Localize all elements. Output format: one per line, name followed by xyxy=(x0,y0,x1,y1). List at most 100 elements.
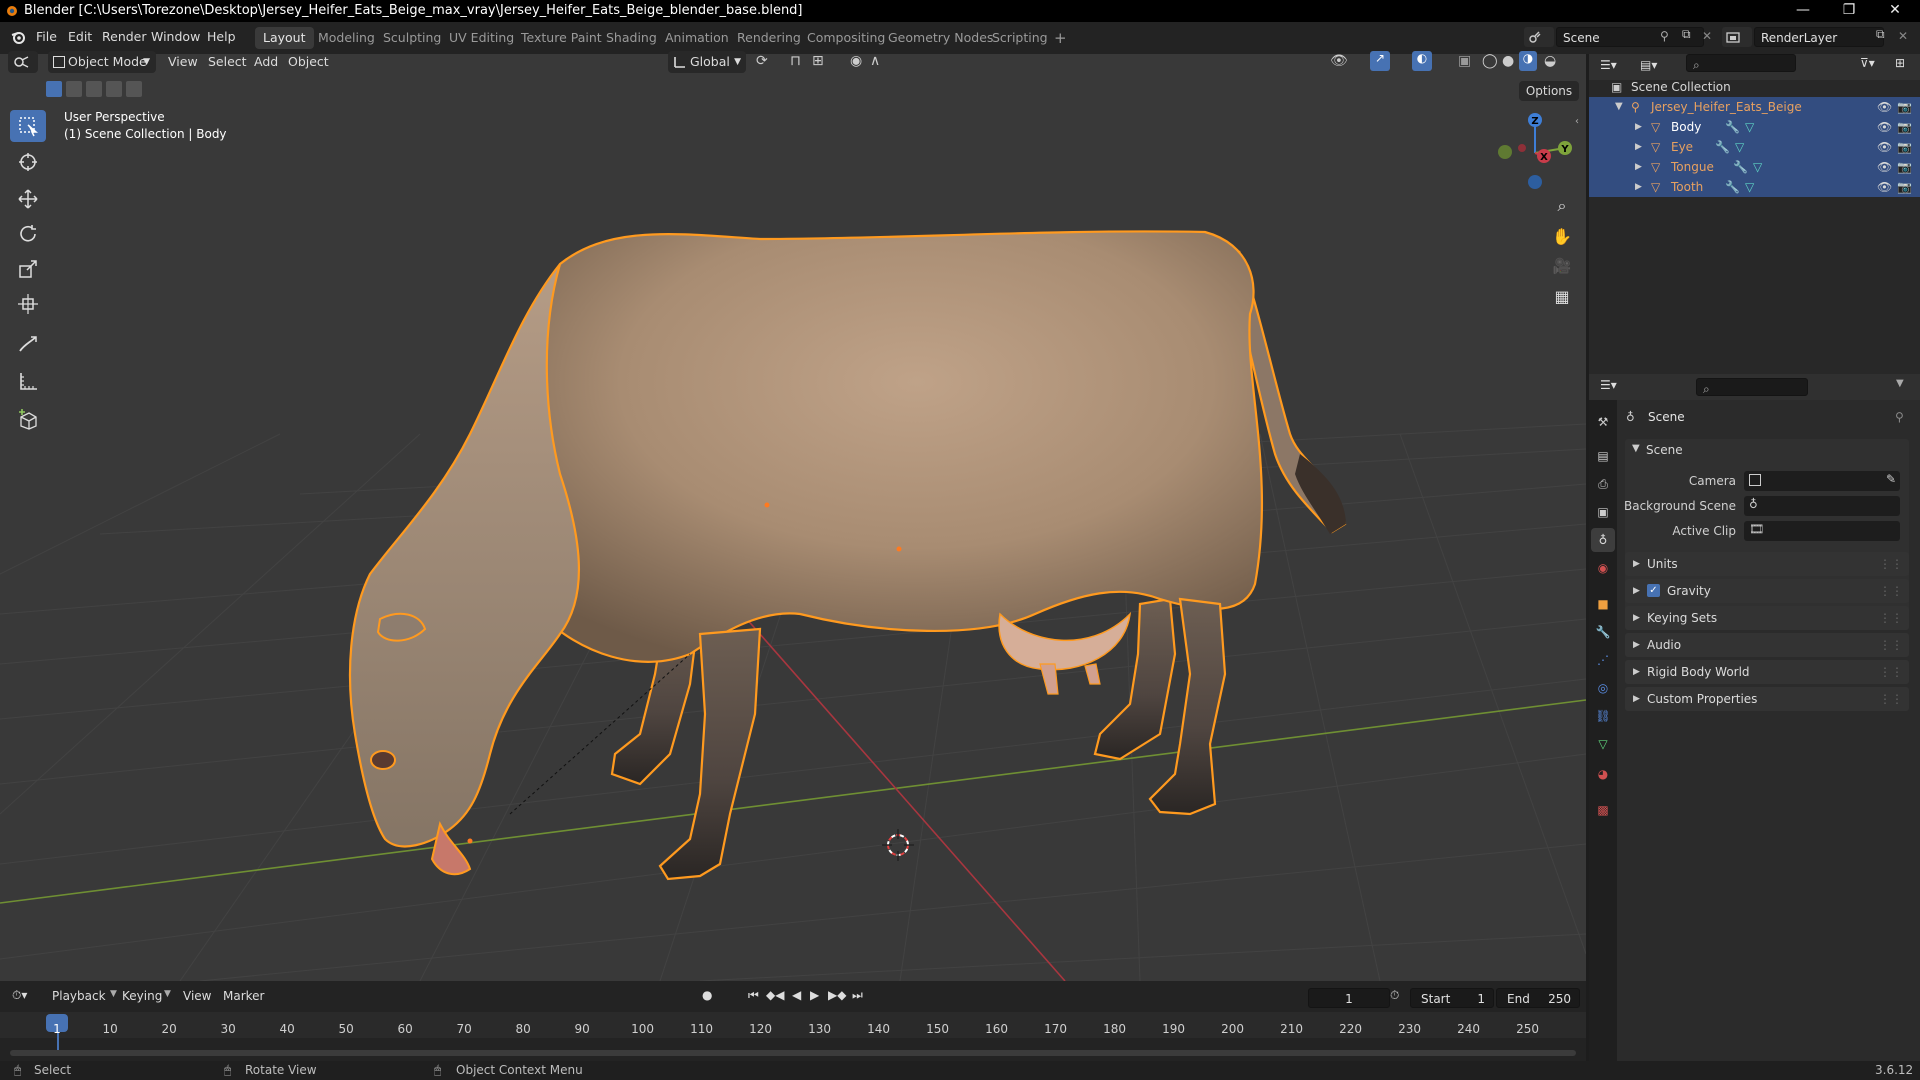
add-cube-tool[interactable] xyxy=(10,404,46,436)
outliner-row-object[interactable]: ▶ ▽ Tooth 🔧 ▽ 👁 📷 xyxy=(1589,177,1920,197)
scene-tab[interactable]: ♁ xyxy=(1591,528,1615,552)
render-camera-icon[interactable]: 📷 xyxy=(1897,137,1912,157)
timeline-menu-playback[interactable]: Playback xyxy=(52,989,106,1003)
tab-texture-paint[interactable]: Texture Paint xyxy=(513,27,610,49)
scene-panel-title[interactable]: Scene xyxy=(1646,443,1683,457)
timeline-menu-view[interactable]: View xyxy=(183,989,211,1003)
display-mode-icon[interactable]: ▤▾ xyxy=(1640,58,1657,72)
properties-editor-type-icon[interactable]: ☰▾ xyxy=(1600,378,1617,392)
keying-sets-panel[interactable]: ▶ Keying Sets ⋮⋮ xyxy=(1625,606,1909,630)
jump-end-icon[interactable]: ⏭ xyxy=(852,988,863,1003)
visibility-eye-icon[interactable]: 👁 xyxy=(1877,157,1892,177)
viewport-menu-add[interactable]: Add xyxy=(254,51,278,73)
timeline-menu-marker[interactable]: Marker xyxy=(223,989,264,1003)
3d-viewport[interactable] xyxy=(0,54,1586,981)
tab-uv-editing[interactable]: UV Editing xyxy=(441,27,522,49)
options-button[interactable]: Options xyxy=(1519,81,1579,101)
visibility-eye-icon[interactable]: 👁 xyxy=(1877,177,1892,197)
menu-help[interactable]: Help xyxy=(207,29,236,44)
rigid-body-world-panel[interactable]: ▶ Rigid Body World ⋮⋮ xyxy=(1625,660,1909,684)
auto-keying-record-icon[interactable]: ● xyxy=(702,988,712,1002)
delete-renderlayer-icon[interactable]: ✕ xyxy=(1898,29,1908,43)
outliner-search-input[interactable]: ⌕ xyxy=(1686,54,1796,72)
panel-expand-down-icon[interactable]: ▼ xyxy=(1632,443,1640,454)
select-invert-icon[interactable] xyxy=(106,81,122,97)
constraints-tab[interactable]: ⛓ xyxy=(1591,704,1615,728)
move-tool[interactable] xyxy=(10,183,46,215)
scene-browse-button[interactable] xyxy=(1524,27,1554,47)
next-keyframe-icon[interactable]: ▶◆ xyxy=(828,988,846,1002)
ortho-toggle-button[interactable]: ▦ xyxy=(1548,282,1576,310)
timeline-scrollbar[interactable] xyxy=(10,1050,1576,1056)
pivot-point-icon[interactable]: ⟳ xyxy=(756,53,768,69)
play-icon[interactable]: ▶ xyxy=(810,988,819,1002)
stopwatch-icon[interactable]: ⏱ xyxy=(1390,988,1399,1003)
scale-tool[interactable] xyxy=(10,253,46,285)
drag-handle-icon[interactable]: ⋮⋮ xyxy=(1879,579,1903,603)
material-tab[interactable]: ◕ xyxy=(1591,762,1615,786)
end-frame-field[interactable]: End 250 xyxy=(1496,988,1580,1008)
timeline-menu-keying[interactable]: Keying xyxy=(122,989,162,1003)
custom-properties-panel[interactable]: ▶ Custom Properties ⋮⋮ xyxy=(1625,687,1909,711)
select-extend-icon[interactable] xyxy=(66,81,82,97)
select-new-icon[interactable] xyxy=(46,81,62,97)
background-scene-field[interactable]: ♁ xyxy=(1744,496,1900,516)
tab-shading[interactable]: Shading xyxy=(598,27,665,49)
solid-shading-icon[interactable]: ● xyxy=(1502,53,1514,69)
data-tab[interactable]: ▽ xyxy=(1591,732,1615,756)
proportional-edit-icon[interactable]: ◉ xyxy=(850,53,862,69)
visibility-eye-icon[interactable]: 👁 xyxy=(1877,117,1892,137)
modifier-tab[interactable]: 🔧 xyxy=(1591,620,1615,644)
drag-handle-icon[interactable]: ⋮⋮ xyxy=(1879,606,1903,630)
outliner-row-collection[interactable]: ▼ ⚲ Jersey_Heifer_Eats_Beige 👁 📷 xyxy=(1589,97,1920,117)
viewport-menu-object[interactable]: Object xyxy=(288,51,329,73)
start-frame-field[interactable]: Start 1 xyxy=(1410,988,1494,1008)
overlays-toggle-icon[interactable]: ◐ xyxy=(1412,51,1432,71)
xray-toggle-icon[interactable]: ▣ xyxy=(1458,53,1471,69)
filter-icon[interactable]: ⊽▾ xyxy=(1860,56,1875,70)
select-intersect-icon[interactable] xyxy=(126,81,142,97)
current-frame-field[interactable]: 1 xyxy=(1308,988,1390,1008)
tool-tab[interactable]: ⚒ xyxy=(1591,410,1615,434)
camera-field[interactable]: ✎ xyxy=(1744,471,1900,491)
timeline-editor-type-icon[interactable]: ⏱▾ xyxy=(12,988,27,1003)
navigation-gizmo[interactable]: Z Y X xyxy=(1490,108,1580,198)
tab-animation[interactable]: Animation xyxy=(657,27,737,49)
visibility-filter-icon[interactable]: 👁 xyxy=(1330,53,1348,69)
render-camera-icon[interactable]: 📷 xyxy=(1897,157,1912,177)
world-tab[interactable]: ◉ xyxy=(1591,556,1615,580)
object-tab[interactable]: ■ xyxy=(1591,592,1615,616)
drag-handle-icon[interactable]: ⋮⋮ xyxy=(1879,687,1903,711)
camera-view-button[interactable]: 🎥 xyxy=(1548,252,1576,280)
mode-selector[interactable]: Object Mode ▼ xyxy=(48,51,156,73)
particles-tab[interactable]: ⋰ xyxy=(1591,648,1615,672)
zoom-view-button[interactable]: ⌕ xyxy=(1548,192,1576,220)
pan-view-button[interactable]: ✋ xyxy=(1548,222,1576,250)
render-tab[interactable]: ▤ xyxy=(1591,444,1615,468)
gravity-checkbox[interactable]: ✓ xyxy=(1647,584,1660,597)
material-shading-icon[interactable]: ◑ xyxy=(1519,51,1537,71)
transform-tool[interactable] xyxy=(10,288,46,320)
close-button[interactable]: ✕ xyxy=(1872,0,1918,22)
snap-icon[interactable]: ⊓ xyxy=(790,53,801,69)
properties-search-input[interactable]: ⌕ xyxy=(1696,378,1808,396)
select-box-tool[interactable] xyxy=(10,110,46,142)
gravity-panel[interactable]: ▶ ✓ Gravity ⋮⋮ xyxy=(1625,579,1909,603)
renderlayer-browse-button[interactable] xyxy=(1722,27,1752,47)
editor-type-button[interactable] xyxy=(8,51,38,73)
rotate-tool[interactable] xyxy=(10,218,46,250)
outliner-row-scene-collection[interactable]: ▣ Scene Collection xyxy=(1589,77,1920,97)
drag-handle-icon[interactable]: ⋮⋮ xyxy=(1879,633,1903,657)
annotate-tool[interactable] xyxy=(10,328,46,360)
active-clip-field[interactable]: 🎞 xyxy=(1744,521,1900,541)
orientation-selector[interactable]: Global ▼ xyxy=(668,51,746,73)
render-camera-icon[interactable]: 📷 xyxy=(1897,117,1912,137)
view-layer-tab[interactable]: ▣ xyxy=(1591,500,1615,524)
measure-tool[interactable] xyxy=(10,365,46,397)
visibility-eye-icon[interactable]: 👁 xyxy=(1877,137,1892,157)
maximize-button[interactable]: ❐ xyxy=(1826,0,1872,22)
outliner-editor-type-icon[interactable]: ☰▾ xyxy=(1600,58,1617,72)
snap-target-icon[interactable]: ⊞ xyxy=(812,53,824,69)
wireframe-shading-icon[interactable]: ◯ xyxy=(1482,53,1498,69)
tab-rendering[interactable]: Rendering xyxy=(729,27,809,49)
